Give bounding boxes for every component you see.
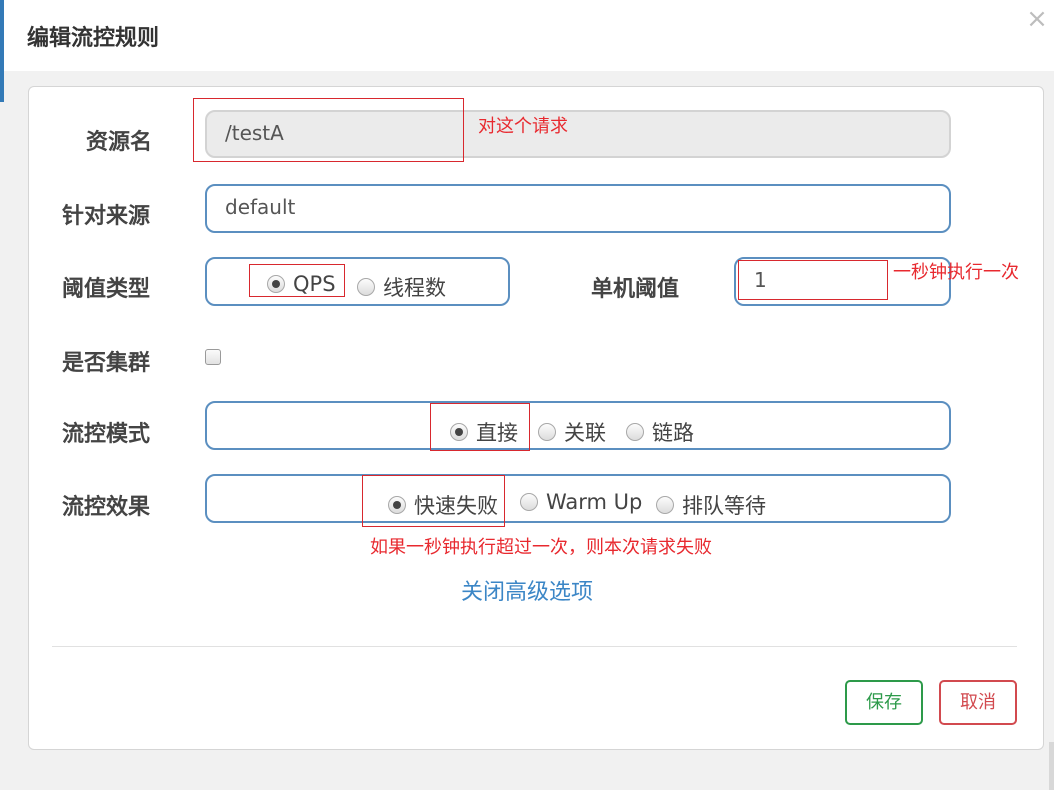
- annotation-threshold-note: 一秒钟执行一次: [893, 262, 1019, 283]
- radio-checked-indicator: [450, 423, 468, 441]
- radio-unchecked-indicator: [538, 423, 556, 441]
- cluster-mode-label: 是否集群: [62, 351, 151, 376]
- radio-qps[interactable]: QPS: [267, 272, 336, 296]
- radio-unchecked-indicator: [656, 496, 674, 514]
- single-threshold-label: 单机阈值: [591, 277, 680, 302]
- radio-direct-label: 直接: [476, 421, 518, 445]
- flow-mode-label: 流控模式: [62, 422, 151, 447]
- close-icon[interactable]: ×: [1022, 2, 1052, 36]
- annotation-behavior-note: 如果一秒钟执行超过一次，则本次请求失败: [370, 537, 712, 558]
- radio-thread-count[interactable]: 线程数: [357, 272, 446, 302]
- radio-direct[interactable]: 直接: [450, 417, 518, 447]
- resource-name-input[interactable]: /testA: [205, 110, 951, 158]
- resource-name-label: 资源名: [86, 130, 153, 155]
- radio-fail-fast[interactable]: 快速失败: [388, 490, 498, 520]
- advanced-options-toggle[interactable]: 关闭高级选项: [461, 574, 593, 606]
- radio-warm-up[interactable]: Warm Up: [520, 490, 642, 514]
- radio-relate-label: 关联: [564, 421, 606, 445]
- cluster-mode-checkbox[interactable]: [205, 349, 221, 365]
- radio-chain[interactable]: 链路: [626, 417, 694, 447]
- threshold-type-label: 阈值类型: [62, 277, 151, 302]
- limit-app-input[interactable]: default: [205, 184, 951, 233]
- annotation-resource-note: 对这个请求: [478, 116, 568, 137]
- radio-checked-indicator: [267, 275, 285, 293]
- radio-fail-fast-label: 快速失败: [414, 494, 498, 518]
- radio-unchecked-indicator: [520, 493, 538, 511]
- limit-app-label: 针对来源: [62, 204, 151, 229]
- radio-chain-label: 链路: [652, 421, 694, 445]
- dialog-title: 编辑流控规则: [27, 26, 160, 51]
- radio-unchecked-indicator: [626, 423, 644, 441]
- save-button[interactable]: 保存: [845, 680, 923, 725]
- control-behavior-label: 流控效果: [62, 495, 151, 520]
- radio-checked-indicator: [388, 496, 406, 514]
- radio-warm-up-label: Warm Up: [546, 490, 643, 514]
- radio-queue[interactable]: 排队等待: [656, 490, 766, 520]
- radio-thread-count-label: 线程数: [383, 276, 446, 300]
- background-page-edge: [0, 0, 4, 102]
- footer-divider: [52, 646, 1017, 647]
- radio-qps-label: QPS: [293, 272, 336, 296]
- radio-queue-label: 排队等待: [682, 494, 766, 518]
- radio-relate[interactable]: 关联: [538, 417, 606, 447]
- cancel-button[interactable]: 取消: [939, 680, 1017, 725]
- scrollbar-fragment: [1049, 742, 1054, 790]
- radio-unchecked-indicator: [357, 278, 375, 296]
